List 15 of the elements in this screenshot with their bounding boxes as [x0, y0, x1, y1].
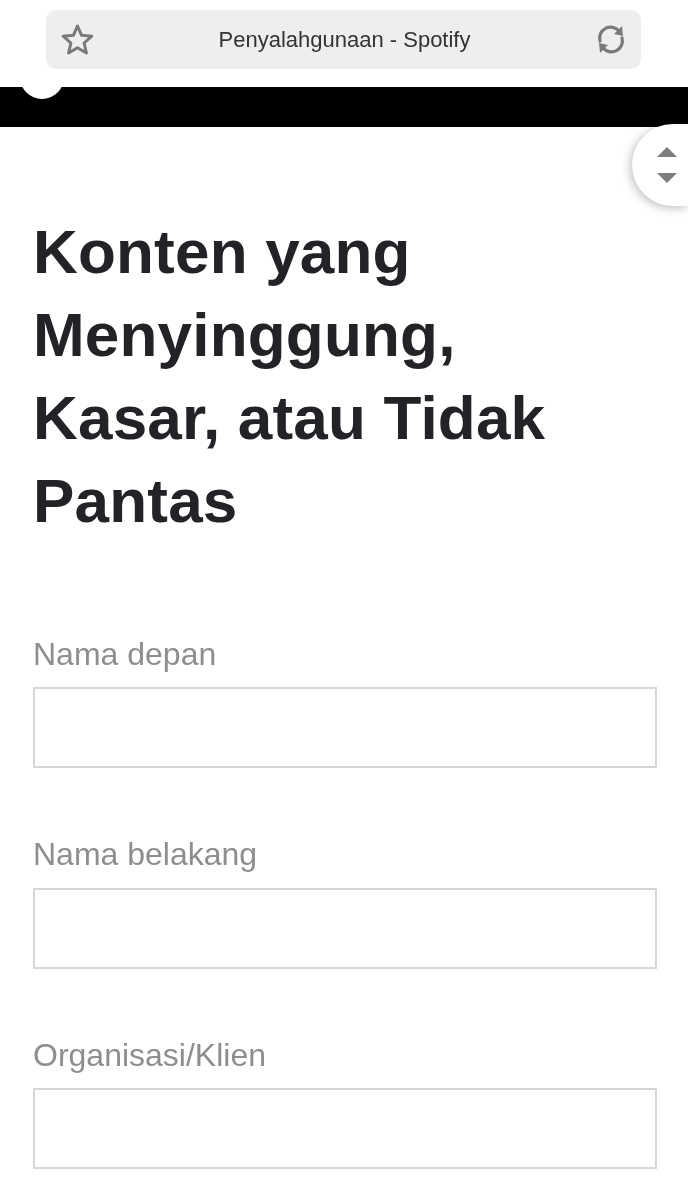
input-field[interactable]: [33, 887, 657, 969]
input-field[interactable]: [33, 1088, 657, 1170]
field-label: Nama depan: [33, 635, 218, 674]
star-icon[interactable]: [61, 24, 94, 55]
field-label: Organisasi/Klien: [33, 1035, 267, 1075]
field-label: Nama belakang: [33, 835, 259, 874]
page-title: Penyalahgunaan - Spotify: [218, 26, 471, 54]
address-bar[interactable]: Penyalahgunaan - Spotify: [46, 10, 641, 69]
scroll-button[interactable]: [632, 124, 688, 206]
page-heading: Konten yang Menyinggung, Kasar, atau Tidak Pantas: [33, 216, 547, 537]
input-field[interactable]: [33, 687, 657, 769]
up-arrow-icon: [657, 147, 677, 157]
reload-icon[interactable]: [595, 24, 627, 55]
logo-icon: [20, 87, 64, 99]
down-arrow-icon: [657, 173, 677, 183]
